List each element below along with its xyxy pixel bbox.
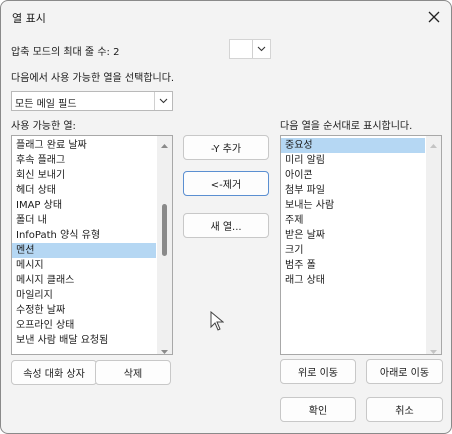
shown-list-item[interactable]: 주제 <box>281 213 425 228</box>
ok-button[interactable]: 확인 <box>280 397 356 422</box>
dialog-window: 열 표시 압축 모드의 최대 줄 수: 2 다음에서 사용 가능한 열을 선택합… <box>0 0 452 434</box>
available-list-item[interactable]: 메시지 <box>12 258 156 273</box>
shown-list-item[interactable]: 범주 폴 <box>281 258 425 273</box>
compact-value: 2 <box>113 47 120 58</box>
new-column-button[interactable]: 새 열... <box>183 213 269 238</box>
choose-label: 다음에서 사용 가능한 열을 선택합니다. <box>11 73 175 84</box>
move-down-button[interactable]: 아래로 이동 <box>366 359 443 384</box>
available-list-item[interactable]: 수정한 날짜 <box>12 303 156 318</box>
shown-list-item[interactable]: 미리 알림 <box>281 153 425 168</box>
shown-list-item[interactable]: 받은 날짜 <box>281 228 425 243</box>
shown-list-item[interactable]: 중요성 <box>281 138 425 153</box>
available-list-item[interactable]: InfoPath 양식 유형 <box>12 228 156 243</box>
move-up-button[interactable]: 위로 이동 <box>280 359 356 384</box>
compact-dropdown[interactable] <box>229 39 271 59</box>
available-list-item[interactable]: 플래그 완료 날짜 <box>12 138 156 153</box>
scroll-up-icon[interactable] <box>430 140 437 151</box>
available-list-item[interactable]: 헤더 상태 <box>12 183 156 198</box>
chevron-down-icon <box>154 92 172 110</box>
available-scrollbar[interactable] <box>157 136 172 354</box>
shown-list-item[interactable]: 래그 상태 <box>281 273 425 288</box>
shown-list-item[interactable]: 크기 <box>281 243 425 258</box>
delete-button[interactable]: 삭제 <box>95 360 171 385</box>
available-columns-list[interactable]: 플래그 완료 날짜 후속 플래그 회신 보내기 헤더 상태 IMAP 상태 폴더 내 Inf… <box>11 135 173 355</box>
available-list-item[interactable]: 회신 보내기 <box>12 168 156 183</box>
shown-label: 다음 열을 순서대로 표시합니다. <box>280 121 413 132</box>
mouse-cursor-icon <box>210 310 225 334</box>
available-label: 사용 가능한 열: <box>11 121 76 132</box>
available-list-item[interactable]: IMAP 상태 <box>12 198 156 213</box>
add-button[interactable]: -Y 추가 <box>183 135 269 160</box>
shown-list-item[interactable]: 보내는 사람 <box>281 198 425 213</box>
dialog-title: 열 표시 <box>12 12 46 25</box>
available-list-item[interactable]: 폴더 내 <box>12 213 156 228</box>
available-list-item[interactable]: 메시지 클래스 <box>12 273 156 288</box>
shown-columns-list[interactable]: 중요성 미리 알림 아이콘 첨부 파일 보내는 사람 주제 받은 날짜 크기 범주 폴 래그 상태 <box>280 135 442 355</box>
field-set-value: 모든 메일 필드 <box>15 99 77 110</box>
shown-scrollbar[interactable] <box>426 136 441 354</box>
available-list-item[interactable]: 오프라인 상태 <box>12 318 156 333</box>
close-button[interactable] <box>423 6 445 28</box>
chevron-down-icon <box>252 40 270 58</box>
scroll-down-icon[interactable] <box>161 346 168 354</box>
shown-list-item[interactable]: 아이콘 <box>281 168 425 183</box>
scroll-down-icon[interactable] <box>430 346 437 354</box>
close-icon <box>428 11 440 23</box>
available-list-item[interactable]: 멘션 <box>12 243 156 258</box>
properties-button[interactable]: 속성 대화 상자 <box>11 360 97 385</box>
cancel-button[interactable]: 취소 <box>366 397 443 422</box>
compact-label: 압축 모드의 최대 줄 수: 2 <box>11 47 120 58</box>
scroll-thumb[interactable] <box>162 204 167 256</box>
available-list-item[interactable]: 마일리지 <box>12 288 156 303</box>
available-list-item[interactable]: 후속 플래그 <box>12 153 156 168</box>
shown-list-item[interactable]: 첨부 파일 <box>281 183 425 198</box>
available-list-item[interactable]: 보낸 사람 배달 요청됨 <box>12 333 156 348</box>
field-set-dropdown[interactable]: 모든 메일 필드 <box>11 91 173 111</box>
scroll-up-icon[interactable] <box>161 140 168 151</box>
remove-button[interactable]: <-제거 <box>183 171 269 196</box>
